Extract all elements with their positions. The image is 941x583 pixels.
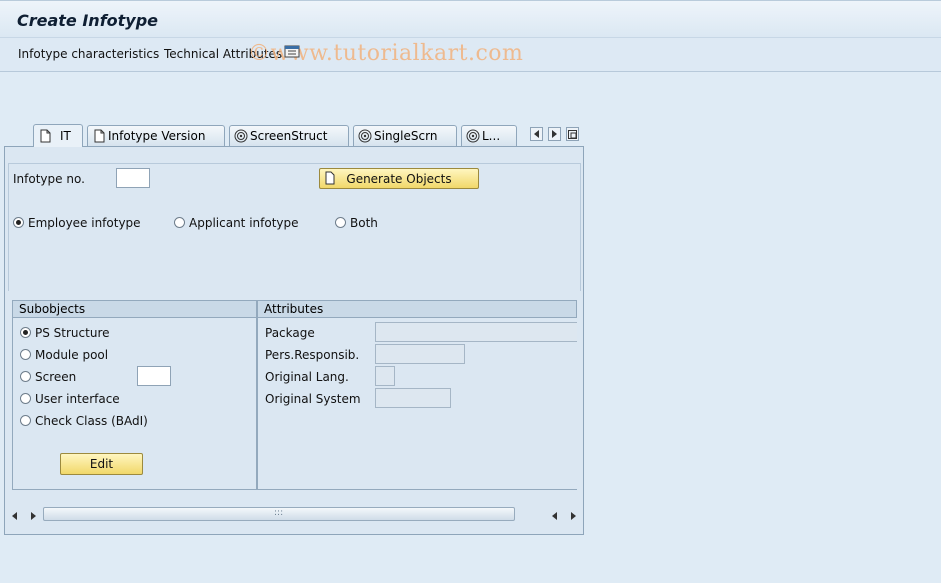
generate-objects-label: Generate Objects — [346, 171, 452, 186]
chevron-right-icon — [552, 130, 557, 138]
radio-module-pool-label: Module pool — [35, 348, 109, 362]
infotype-no-input[interactable] — [116, 168, 150, 188]
tab-label: SingleScrn — [374, 129, 438, 143]
radio-both[interactable] — [335, 217, 346, 228]
page-title: Create Infotype — [17, 11, 159, 30]
radio-both-label: Both — [350, 216, 378, 230]
radio-screen[interactable] — [20, 371, 31, 382]
spiral-icon — [234, 129, 248, 143]
radio-module-pool[interactable] — [20, 349, 31, 360]
radio-employee-infotype[interactable] — [13, 217, 24, 228]
scroll-left-end-icon[interactable] — [552, 509, 558, 523]
package-field — [375, 322, 577, 342]
radio-employee-label: Employee infotype — [28, 216, 141, 230]
tab-label: L... — [482, 129, 501, 143]
application-toolbar: Infotype characteristics Technical Attri… — [0, 38, 941, 72]
pers-responsib-label: Pers.Responsib. — [265, 348, 360, 362]
radio-user-interface[interactable] — [20, 393, 31, 404]
tab-label: ScreenStruct — [250, 129, 328, 143]
radio-applicant-infotype[interactable] — [174, 217, 185, 228]
scroll-left-icon[interactable] — [12, 509, 18, 523]
tab-label: IT — [60, 129, 71, 143]
tab-scroll-right-button[interactable] — [548, 127, 561, 141]
tab-list-button[interactable] — [566, 127, 579, 141]
spiral-icon — [466, 129, 480, 143]
radio-check-class-label: Check Class (BAdI) — [35, 414, 148, 428]
tab-it[interactable]: IT — [33, 124, 83, 147]
document-icon — [94, 129, 105, 143]
spiral-icon — [358, 129, 372, 143]
original-lang-field — [375, 366, 395, 386]
attributes-group-title: Attributes — [257, 300, 577, 318]
radio-check-class[interactable] — [20, 415, 31, 426]
generate-objects-button[interactable]: Generate Objects — [319, 168, 479, 189]
tab-overflow[interactable]: L... — [461, 125, 517, 146]
tab-list-icon — [568, 129, 577, 139]
package-label: Package — [265, 326, 315, 340]
pers-responsib-field — [375, 344, 465, 364]
tab-singlescrn[interactable]: SingleScrn — [353, 125, 457, 146]
chevron-left-icon — [534, 130, 539, 138]
overview-icon[interactable] — [284, 45, 300, 59]
document-icon — [325, 171, 335, 185]
tab-infotype-version[interactable]: Infotype Version — [87, 125, 225, 146]
radio-applicant-label: Applicant infotype — [189, 216, 299, 230]
original-lang-label: Original Lang. — [265, 370, 349, 384]
tab-scroll-left-button[interactable] — [530, 127, 543, 141]
title-bar: Create Infotype — [0, 0, 941, 38]
infotype-characteristics-button[interactable]: Infotype characteristics — [18, 47, 159, 61]
edit-button[interactable]: Edit — [60, 453, 143, 475]
subobjects-group-title: Subobjects — [12, 300, 257, 318]
radio-screen-label: Screen — [35, 370, 77, 384]
tab-screenstruct[interactable]: ScreenStruct — [229, 125, 349, 146]
tab-label: Infotype Version — [108, 129, 206, 143]
radio-user-interface-label: User interface — [35, 392, 120, 406]
scroll-right-icon[interactable] — [30, 509, 36, 523]
radio-ps-structure[interactable] — [20, 327, 31, 338]
scrollbar-grip: ::: — [274, 508, 284, 518]
document-icon — [40, 129, 51, 143]
original-system-field — [375, 388, 451, 408]
screen-input[interactable] — [137, 366, 171, 386]
original-system-label: Original System — [265, 392, 361, 406]
scroll-right-end-icon[interactable] — [570, 509, 576, 523]
infotype-no-label: Infotype no. — [13, 172, 85, 186]
radio-ps-structure-label: PS Structure — [35, 326, 110, 340]
